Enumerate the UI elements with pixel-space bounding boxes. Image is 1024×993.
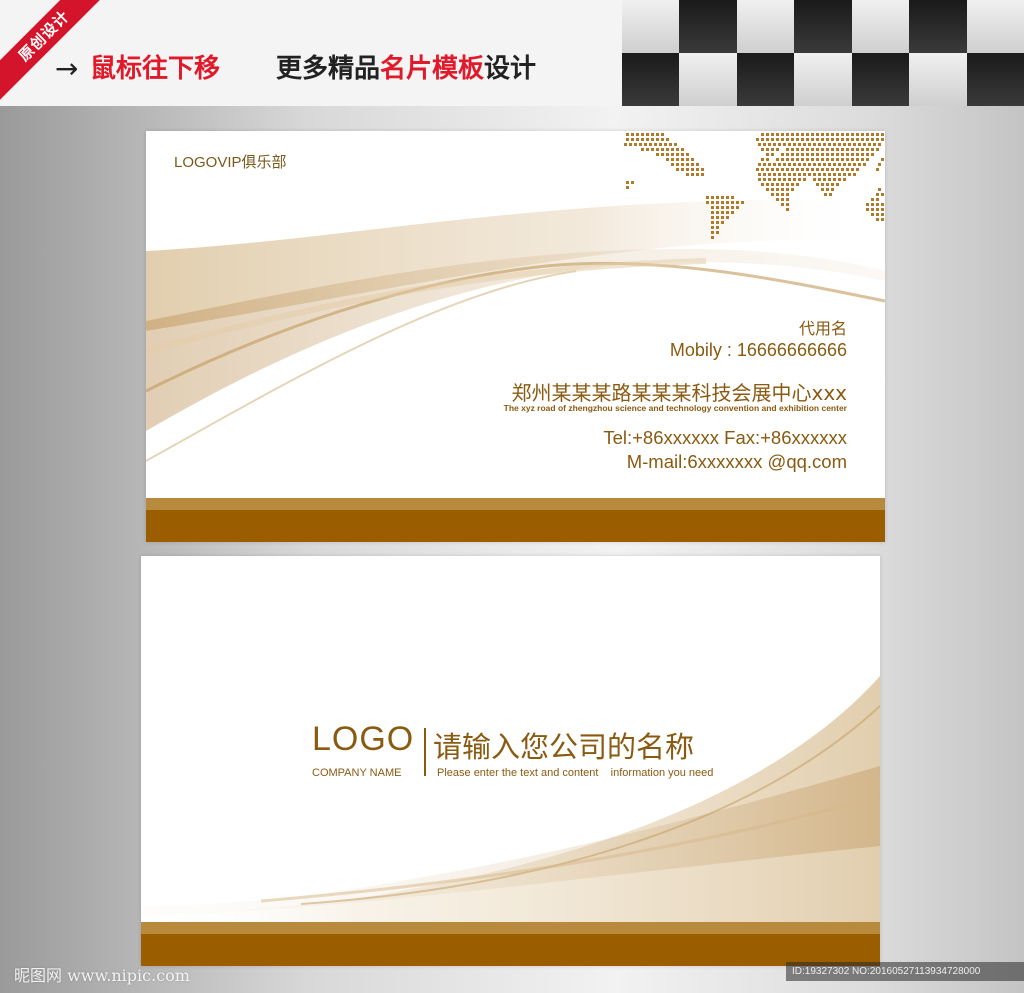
wave-decoration — [146, 133, 885, 462]
mobile-number: Mobily : 16666666666 — [669, 340, 847, 360]
hint-prefix: 更多精品 — [276, 54, 381, 84]
promo-banner: 原创设计 → 鼠标往下移 更多精品名片模板设计 — [0, 0, 1024, 106]
address-en: The xyz road of zhengzhou science and te… — [503, 403, 847, 413]
business-card-front: LOGOVIP俱乐部 代用名 Mobily : 16666666666 郑州某某… — [146, 131, 885, 542]
more-templates-hint: 更多精品名片模板设计 — [276, 52, 536, 86]
logo-text: LOGO — [312, 720, 415, 758]
accent-stripe-thin — [146, 498, 885, 510]
checkerboard-decoration — [622, 0, 1024, 106]
email: M-mail:6xxxxxxx @qq.com — [626, 451, 847, 472]
brand-logo-text: LOGOVIP俱乐部 — [174, 154, 287, 171]
company-name-en: COMPANY NAME — [312, 767, 402, 779]
company-subtitle: Please enter the text and content inform… — [437, 767, 714, 779]
accent-stripe-thick-back — [141, 934, 880, 966]
address-cn: 郑州某某某路某某某科技会展中心xxx — [511, 381, 847, 405]
site-watermark: 昵图网 www.nipic.com — [14, 966, 190, 985]
logo-divider — [424, 728, 426, 776]
accent-stripe-thick — [146, 510, 885, 542]
hint-suffix: 设计 — [484, 54, 537, 84]
arrow-right-icon: → — [55, 52, 79, 85]
person-name: 代用名 — [798, 319, 847, 338]
tel-fax: Tel:+86xxxxxx Fax:+86xxxxxx — [603, 427, 847, 448]
image-id-bar: ID:19327302 NO:20160527113934728000 — [786, 962, 1024, 981]
accent-stripe-thin-back — [141, 922, 880, 934]
company-name-cn: 请输入您公司的名称 — [433, 730, 695, 764]
scroll-hint: 鼠标往下移 — [90, 54, 221, 84]
business-card-back: LOGO COMPANY NAME 请输入您公司的名称 Please enter… — [141, 556, 880, 966]
hint-highlight: 名片模板 — [380, 54, 485, 84]
